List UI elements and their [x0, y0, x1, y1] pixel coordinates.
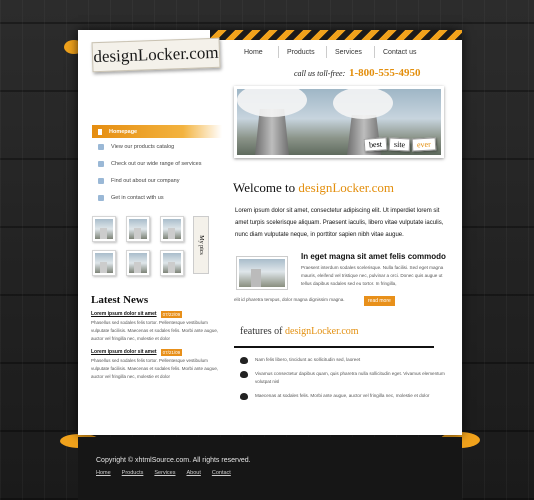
bug-icon [240, 357, 248, 364]
nav-home[interactable]: Home [236, 46, 278, 58]
footer-link-about[interactable]: About [186, 470, 200, 476]
features-brand: designLocker.com [284, 326, 359, 337]
hero-tags: best site ever [363, 137, 438, 152]
bug-icon [240, 371, 248, 378]
feature-text-continued: elit id pharetra tempus, dolor magna dig… [234, 297, 345, 302]
gallery-thumbnail[interactable] [160, 216, 184, 242]
feature-list-text: Nam felis libero, tincidunt ac sollicitu… [255, 357, 361, 362]
gallery-label-text: My pics [198, 235, 204, 255]
welcome-prefix: Welcome to [233, 180, 299, 195]
news-item: Lorem ipsum dolor sit amet 07/21/09 Phas… [91, 348, 221, 381]
feature-list-item: Nam felis libero, tincidunt ac sollicitu… [240, 356, 446, 364]
hero-tag: best [363, 137, 388, 152]
news-body: Phasellus sed sodales felis tortor. Pell… [91, 358, 219, 379]
document-icon [98, 177, 104, 184]
read-more-button[interactable]: read more [364, 296, 395, 306]
sidebar-item-label: Get in contact with us [111, 194, 164, 201]
news-date: 07/22/09 [160, 310, 183, 318]
hazard-stripe [210, 30, 462, 40]
tools-icon [98, 160, 104, 167]
gallery-thumbnail[interactable] [126, 250, 150, 276]
tollfree-label: call us toll-free: [294, 69, 346, 78]
sidebar-item-label: Check out our wide range of services [111, 160, 202, 167]
footer-nav: Home Products Services About Contact [96, 470, 242, 476]
features-prefix: features of [240, 326, 285, 337]
news-item: Lorem ipsum dolor sit amet 07/22/09 Phas… [91, 310, 221, 343]
steam [333, 89, 393, 119]
hero-tag: site [388, 137, 411, 152]
steam [237, 89, 307, 117]
copyright-text: Copyright © xhtmlSource.com. All rights … [96, 457, 251, 464]
sidebar-item-services[interactable]: Check out our wide range of services [92, 155, 222, 172]
nav-contact[interactable]: Contact us [374, 46, 434, 58]
news-headline-link[interactable]: Lorem ipsum dolor sit amet [91, 349, 157, 355]
sidebar-item-label: Find out about our company [111, 177, 180, 184]
hero-tag: ever [411, 137, 437, 152]
sidebar-item-products[interactable]: View our products catalog [92, 138, 222, 155]
nav-services[interactable]: Services [326, 46, 374, 58]
sidebar-menu: Homepage View our products catalog Check… [92, 125, 222, 206]
footer-link-services[interactable]: Services [154, 470, 175, 476]
gallery-label: My pics [193, 216, 209, 274]
sidebar-item-contact[interactable]: Get in contact with us [92, 189, 222, 206]
news-date: 07/21/09 [160, 348, 183, 356]
news-title: Latest News [91, 294, 149, 306]
feature-image [236, 256, 288, 290]
welcome-heading: Welcome to designLocker.com [233, 180, 394, 196]
news-headline-link[interactable]: Lorem ipsum dolor sit amet [91, 311, 157, 317]
feature-title: In eget magna sit amet felis commodo [301, 252, 446, 261]
gallery-thumbnail[interactable] [92, 216, 116, 242]
gallery-thumbnail[interactable] [126, 216, 150, 242]
mail-icon [98, 194, 104, 201]
gallery-thumbnail[interactable] [92, 250, 116, 276]
arrow-icon [98, 128, 102, 135]
tollfree-number: 1-800-555-4950 [349, 67, 421, 79]
sidebar-item-homepage[interactable]: Homepage [92, 125, 222, 138]
gallery-thumbnail[interactable] [160, 250, 184, 276]
welcome-brand: designLocker.com [298, 180, 395, 195]
feature-list-item: Maecenas at sodales felis. Morbi ante au… [240, 392, 446, 400]
tag-icon [98, 143, 104, 150]
logo[interactable]: designLocker.com [91, 37, 221, 73]
sidebar-item-label: Homepage [109, 128, 138, 135]
nav-products[interactable]: Products [278, 46, 326, 58]
feature-text: Praesent interdum sodales scelerisque. N… [301, 265, 444, 286]
feature-list-item: Vivamus consectetur dapibus quam, quis p… [240, 370, 446, 386]
top-nav: Home Products Services Contact us [236, 46, 458, 60]
intro-text: Lorem ipsum dolor sit amet, consectetur … [235, 208, 444, 238]
footer-link-products[interactable]: Products [122, 470, 144, 476]
news-body: Phasellus sed sodales felis tortor. Pell… [91, 320, 219, 341]
sidebar-item-company[interactable]: Find out about our company [92, 172, 222, 189]
feature-list-text: Maecenas at sodales felis. Morbi ante au… [255, 393, 430, 398]
feature-list-text: Vivamus consectetur dapibus quam, quis p… [255, 371, 445, 384]
footer [78, 437, 462, 500]
bug-icon [240, 393, 248, 400]
divider [234, 346, 434, 348]
footer-link-home[interactable]: Home [96, 470, 111, 476]
sidebar-item-label: View our products catalog [111, 143, 175, 150]
logo-text: designLocker.com [93, 42, 219, 67]
features-heading: features of designLocker.com [240, 326, 359, 337]
footer-link-contact[interactable]: Contact [212, 470, 231, 476]
